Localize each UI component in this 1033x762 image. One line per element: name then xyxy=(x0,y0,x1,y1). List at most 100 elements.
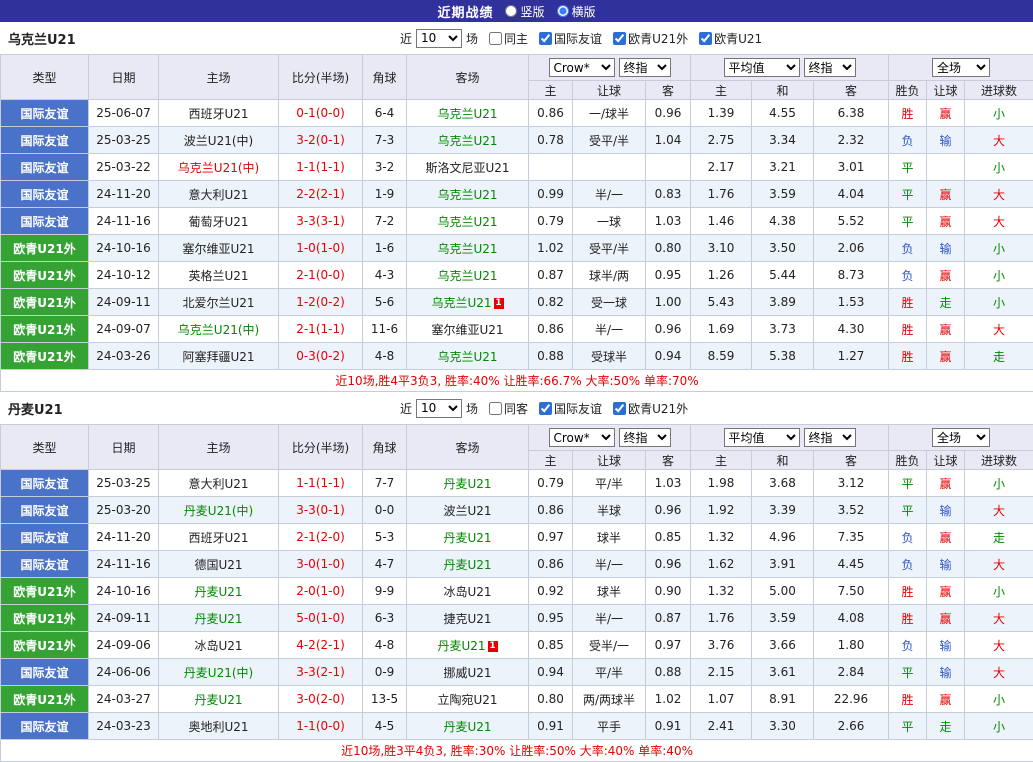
column-header: 客 xyxy=(646,81,691,100)
avg-odds-away: 3.01 xyxy=(814,154,889,181)
corner-score: 5-6 xyxy=(363,289,407,316)
away-team[interactable]: 乌克兰U21 xyxy=(407,235,529,262)
column-header: 和 xyxy=(752,451,814,470)
away-team[interactable]: 丹麦U21 xyxy=(407,524,529,551)
home-team[interactable]: 丹麦U21 xyxy=(159,578,279,605)
home-team[interactable]: 西班牙U21 xyxy=(159,524,279,551)
match-date: 24-09-11 xyxy=(89,605,159,632)
avg-odds-draw: 3.30 xyxy=(752,713,814,740)
home-team[interactable]: 葡萄牙U21 xyxy=(159,208,279,235)
home-team[interactable]: 意大利U21 xyxy=(159,470,279,497)
league-type-badge: 国际友谊 xyxy=(1,470,89,497)
home-team[interactable]: 英格兰U21 xyxy=(159,262,279,289)
away-team[interactable]: 塞尔维亚U21 xyxy=(407,316,529,343)
away-team-name: 冰岛U21 xyxy=(443,585,491,599)
filter-checkbox[interactable] xyxy=(613,402,626,415)
layout-radio-horizontal[interactable] xyxy=(557,5,569,17)
table-row: 国际友谊25-03-20丹麦U21(中)3-3(0-1)0-0波兰U210.86… xyxy=(1,497,1033,524)
away-team[interactable]: 挪威U21 xyxy=(407,659,529,686)
handicap-odds-home: 0.86 xyxy=(529,316,573,343)
away-team[interactable]: 乌克兰U21 xyxy=(407,262,529,289)
result-goals: 小 xyxy=(965,154,1033,181)
filter-checkbox[interactable] xyxy=(539,402,552,415)
home-team[interactable]: 奥地利U21 xyxy=(159,713,279,740)
home-team[interactable]: 丹麦U21 xyxy=(159,605,279,632)
home-team[interactable]: 德国U21 xyxy=(159,551,279,578)
column-header: 类型 xyxy=(1,55,89,100)
handicap-line: 平/半 xyxy=(573,470,646,497)
column-header: 客 xyxy=(814,81,889,100)
home-team[interactable]: 北爱尔兰U21 xyxy=(159,289,279,316)
away-team-name: 丹麦U21 xyxy=(443,558,491,572)
away-team[interactable]: 乌克兰U21 xyxy=(407,181,529,208)
corner-score: 4-7 xyxy=(363,551,407,578)
result-wdl: 胜 xyxy=(889,578,927,605)
away-team[interactable]: 丹麦U211 xyxy=(407,632,529,659)
odds-time-select[interactable]: 终指 xyxy=(619,58,671,77)
avg-time-select[interactable]: 终指 xyxy=(804,58,856,77)
home-team[interactable]: 波兰U21(中) xyxy=(159,127,279,154)
match-count-select[interactable]: 10 xyxy=(416,29,462,48)
away-team[interactable]: 乌克兰U21 xyxy=(407,127,529,154)
home-team[interactable]: 意大利U21 xyxy=(159,181,279,208)
away-team[interactable]: 丹麦U21 xyxy=(407,713,529,740)
result-goals: 小 xyxy=(965,100,1033,127)
home-team[interactable]: 丹麦U21(中) xyxy=(159,659,279,686)
home-team[interactable]: 丹麦U21 xyxy=(159,686,279,713)
handicap-odds-away: 0.96 xyxy=(646,551,691,578)
home-team[interactable]: 丹麦U21(中) xyxy=(159,497,279,524)
filter-option: 同主 xyxy=(489,30,528,47)
result-wdl: 平 xyxy=(889,208,927,235)
scope-select[interactable]: 全场 xyxy=(932,58,990,77)
filter-checkbox[interactable] xyxy=(699,32,712,45)
avg-time-select[interactable]: 终指 xyxy=(804,428,856,447)
away-team[interactable]: 乌克兰U21 xyxy=(407,100,529,127)
odds-company-select[interactable]: Crow* xyxy=(549,428,615,447)
away-team[interactable]: 丹麦U21 xyxy=(407,470,529,497)
home-team-name: 西班牙U21 xyxy=(188,531,248,545)
away-team[interactable]: 冰岛U21 xyxy=(407,578,529,605)
away-team[interactable]: 波兰U21 xyxy=(407,497,529,524)
home-team[interactable]: 西班牙U21 xyxy=(159,100,279,127)
result-handicap: 输 xyxy=(927,551,965,578)
avg-odds-away: 1.27 xyxy=(814,343,889,370)
match-count-select[interactable]: 10 xyxy=(416,399,462,418)
layout-radio-vertical[interactable] xyxy=(505,5,517,17)
filter-checkbox[interactable] xyxy=(489,32,502,45)
avg-source-select[interactable]: 平均值 xyxy=(724,58,800,77)
filter-checkbox[interactable] xyxy=(613,32,626,45)
corner-score: 4-8 xyxy=(363,632,407,659)
away-team[interactable]: 丹麦U21 xyxy=(407,551,529,578)
away-team[interactable]: 捷克U21 xyxy=(407,605,529,632)
away-team[interactable]: 斯洛文尼亚U21 xyxy=(407,154,529,181)
home-team[interactable]: 冰岛U21 xyxy=(159,632,279,659)
home-team[interactable]: 阿塞拜疆U21 xyxy=(159,343,279,370)
home-team[interactable]: 塞尔维亚U21 xyxy=(159,235,279,262)
away-team-name: 斯洛文尼亚U21 xyxy=(425,161,509,175)
match-date: 24-11-16 xyxy=(89,208,159,235)
scope-select[interactable]: 全场 xyxy=(932,428,990,447)
away-team[interactable]: 乌克兰U21 xyxy=(407,208,529,235)
avg-source-select[interactable]: 平均值 xyxy=(724,428,800,447)
odds-company-select[interactable]: Crow* xyxy=(549,58,615,77)
away-team[interactable]: 立陶宛U21 xyxy=(407,686,529,713)
filter-checkbox[interactable] xyxy=(539,32,552,45)
filter-checkbox-label: 欧青U21外 xyxy=(628,30,688,47)
filter-checkbox[interactable] xyxy=(489,402,502,415)
home-team[interactable]: 乌克兰U21(中) xyxy=(159,154,279,181)
avg-odds-draw: 5.38 xyxy=(752,343,814,370)
match-score: 3-3(2-1) xyxy=(279,659,363,686)
avg-odds-draw: 3.39 xyxy=(752,497,814,524)
away-team[interactable]: 乌克兰U211 xyxy=(407,289,529,316)
home-team-name: 阿塞拜疆U21 xyxy=(182,350,254,364)
team-section: 丹麦U21近10场同客国际友谊欧青U21外类型日期主场比分(半场)角球客场Cro… xyxy=(0,392,1033,762)
table-row: 欧青U21外24-09-11北爱尔兰U211-2(0-2)5-6乌克兰U2110… xyxy=(1,289,1033,316)
home-team[interactable]: 乌克兰U21(中) xyxy=(159,316,279,343)
handicap-odds-away: 0.80 xyxy=(646,235,691,262)
away-team[interactable]: 乌克兰U21 xyxy=(407,343,529,370)
column-header: 让球 xyxy=(927,81,965,100)
league-type-badge: 国际友谊 xyxy=(1,208,89,235)
odds-time-select[interactable]: 终指 xyxy=(619,428,671,447)
result-wdl: 平 xyxy=(889,470,927,497)
table-row: 国际友谊25-03-22乌克兰U21(中)1-1(1-1)3-2斯洛文尼亚U21… xyxy=(1,154,1033,181)
